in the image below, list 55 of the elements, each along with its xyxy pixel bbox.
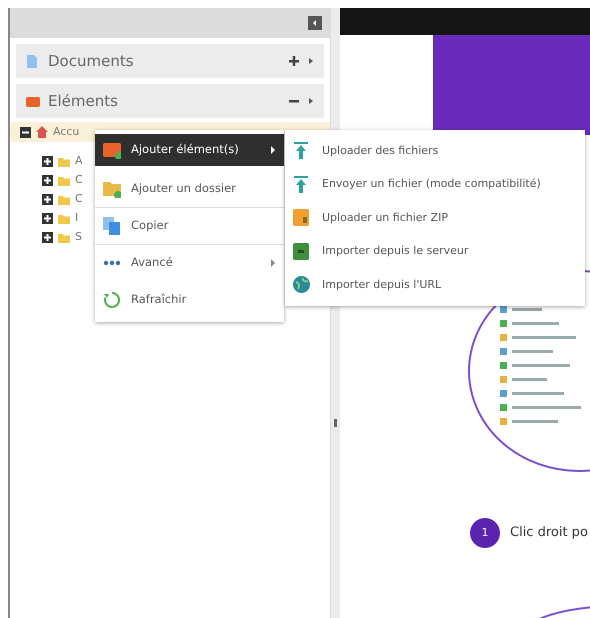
copy-icon bbox=[103, 217, 121, 235]
tree-label: S bbox=[75, 229, 82, 246]
document-icon bbox=[26, 54, 40, 68]
step-number: 1 bbox=[470, 518, 500, 548]
tree-item[interactable]: C bbox=[10, 190, 87, 209]
caret-icon[interactable] bbox=[308, 97, 314, 105]
add-icon[interactable] bbox=[288, 55, 300, 67]
menu-item[interactable]: Importer depuis le serveur bbox=[285, 234, 585, 268]
tree-item[interactable]: I bbox=[10, 209, 82, 228]
tree-label: C bbox=[75, 191, 83, 208]
folder-icon bbox=[58, 176, 70, 186]
expand-icon[interactable] bbox=[42, 175, 53, 186]
tree-item[interactable]: C bbox=[10, 171, 87, 190]
expand-icon[interactable] bbox=[42, 194, 53, 205]
submenu-arrow-icon bbox=[270, 146, 276, 154]
collapse-icon[interactable] bbox=[20, 126, 31, 138]
home-icon bbox=[36, 126, 48, 138]
menu-item[interactable]: Ajouter élément(s) bbox=[95, 134, 284, 166]
menu-item[interactable]: Avancé bbox=[95, 244, 284, 281]
tree-label: A bbox=[75, 153, 83, 170]
tree-item[interactable]: S bbox=[10, 228, 86, 247]
menu-item[interactable]: Rafraîchir bbox=[95, 281, 284, 318]
refresh-icon bbox=[103, 290, 121, 308]
add-folder-icon bbox=[103, 180, 121, 198]
expand-icon[interactable] bbox=[42, 232, 53, 243]
folder-icon bbox=[58, 214, 70, 224]
folder-icon bbox=[58, 232, 70, 242]
menu-item[interactable]: Envoyer un fichier (mode compatibilité) bbox=[285, 168, 585, 201]
section-header[interactable]: Documents bbox=[16, 44, 324, 78]
collapse-icon[interactable] bbox=[308, 16, 322, 30]
upload-icon bbox=[293, 142, 310, 160]
menu-item[interactable]: Uploader un fichier ZIP bbox=[285, 201, 585, 234]
globe-icon bbox=[293, 276, 310, 294]
folder-icon bbox=[58, 194, 70, 204]
upload-icon bbox=[293, 176, 310, 193]
submenu-arrow-icon bbox=[270, 259, 276, 267]
server-icon bbox=[293, 242, 310, 260]
section-header[interactable]: Eléments bbox=[16, 84, 324, 118]
tree-label: Accu bbox=[53, 124, 80, 140]
step-text: Clic droit po bbox=[510, 524, 588, 542]
tree-item[interactable]: A bbox=[10, 152, 87, 171]
menu-item[interactable]: Importer depuis l'URL bbox=[285, 268, 585, 302]
add-box-icon bbox=[103, 141, 121, 159]
menu-item[interactable]: Uploader des fichiers bbox=[285, 134, 585, 168]
expand-icon[interactable] bbox=[42, 156, 53, 167]
menu-item[interactable]: Ajouter un dossier bbox=[95, 170, 284, 207]
splitter-handle-icon[interactable] bbox=[334, 419, 337, 427]
zip-icon bbox=[293, 209, 310, 226]
folder-icon bbox=[58, 156, 70, 166]
dots-icon bbox=[103, 260, 121, 266]
caret-icon[interactable] bbox=[308, 57, 314, 65]
tree-label: I bbox=[75, 210, 78, 226]
expand-icon[interactable] bbox=[42, 213, 53, 224]
tree-label: C bbox=[75, 172, 83, 188]
menu-item[interactable]: Copier bbox=[95, 207, 284, 244]
